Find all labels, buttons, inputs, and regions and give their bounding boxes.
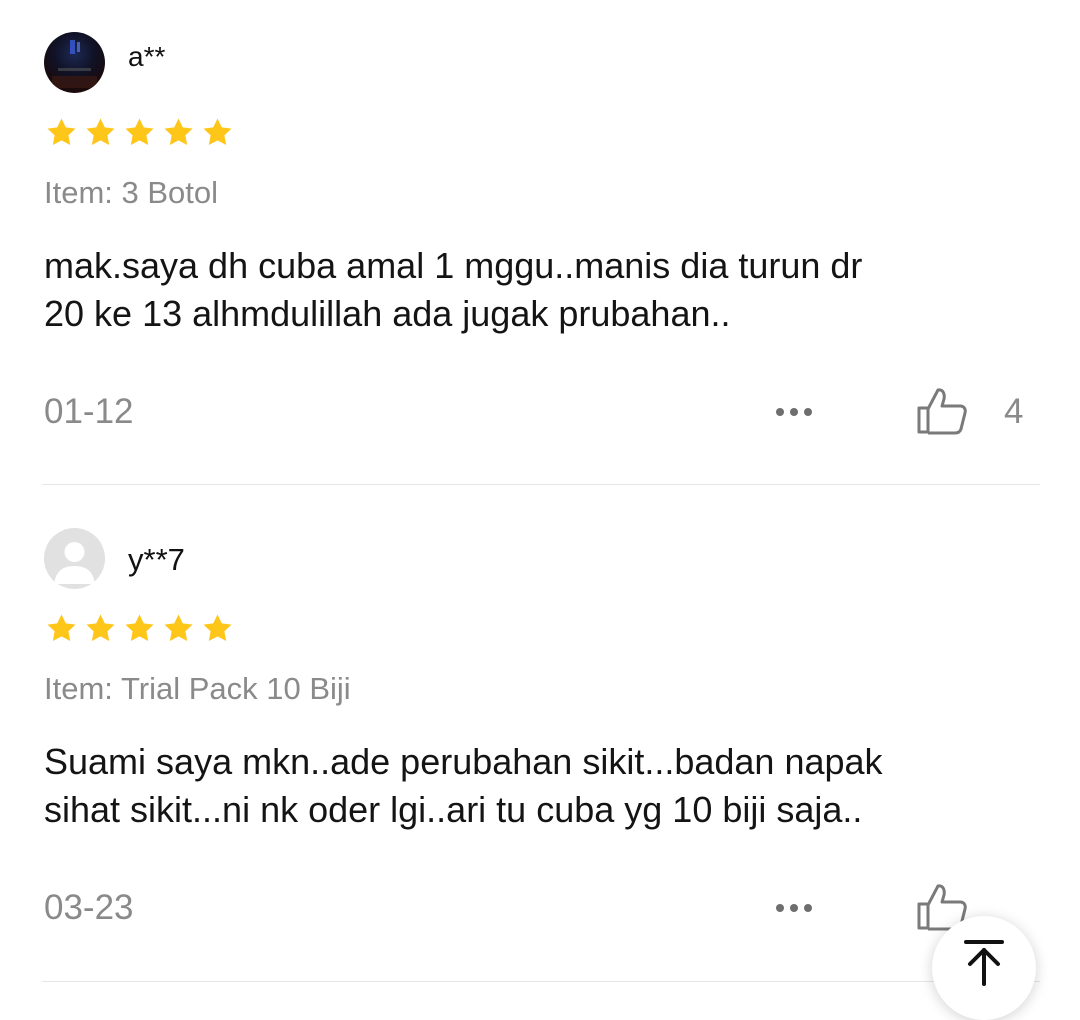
reviewer-name: y**7	[128, 542, 185, 577]
default-avatar-icon	[44, 528, 105, 589]
back-to-top-button[interactable]	[932, 916, 1036, 1020]
item-variant: Item: 3 Botol	[44, 175, 219, 210]
reviewer-name: a**	[128, 41, 166, 72]
review-text-line: 20 ke 13 alhmdulillah ada jugak prubahan…	[44, 293, 731, 334]
star-icon	[47, 614, 76, 642]
avatar[interactable]	[44, 32, 105, 93]
star-icon	[86, 118, 115, 146]
review-date: 03-23	[44, 888, 134, 927]
item-variant: Item: Trial Pack 10 Biji	[44, 671, 351, 706]
review-date: 01-12	[44, 392, 134, 431]
review-card: y**7 Item: Trial Pack 10 Biji Suami saya…	[0, 486, 1080, 981]
more-dots-icon[interactable]	[776, 408, 812, 416]
divider	[42, 484, 1040, 485]
review-text-line: mak.saya dh cuba amal 1 mggu..manis dia …	[44, 245, 863, 286]
star-rating	[44, 612, 235, 645]
review-text-line: Suami saya mkn..ade perubahan sikit...ba…	[44, 741, 883, 782]
avatar-image	[44, 32, 105, 93]
avatar[interactable]	[44, 528, 105, 589]
star-icon	[86, 614, 115, 642]
review-text: Suami saya mkn..ade perubahan sikit...ba…	[44, 738, 1044, 834]
divider	[42, 981, 1040, 982]
star-icon	[164, 614, 193, 642]
review-text: mak.saya dh cuba amal 1 mggu..manis dia …	[44, 242, 1044, 338]
thumbs-up-icon[interactable]	[914, 386, 970, 436]
more-dots-icon[interactable]	[776, 904, 812, 912]
star-icon	[203, 118, 232, 146]
star-icon	[164, 118, 193, 146]
arrow-up-to-top-icon	[964, 940, 1004, 986]
review-text-line: sihat sikit...ni nk oder lgi..ari tu cub…	[44, 789, 863, 830]
star-icon	[203, 614, 232, 642]
star-icon	[125, 614, 154, 642]
star-icon	[47, 118, 76, 146]
star-icon	[125, 118, 154, 146]
star-rating	[44, 116, 235, 149]
review-card: a** Item: 3 Botol mak.saya dh cuba amal …	[0, 0, 1080, 484]
like-count: 4	[1004, 392, 1024, 431]
